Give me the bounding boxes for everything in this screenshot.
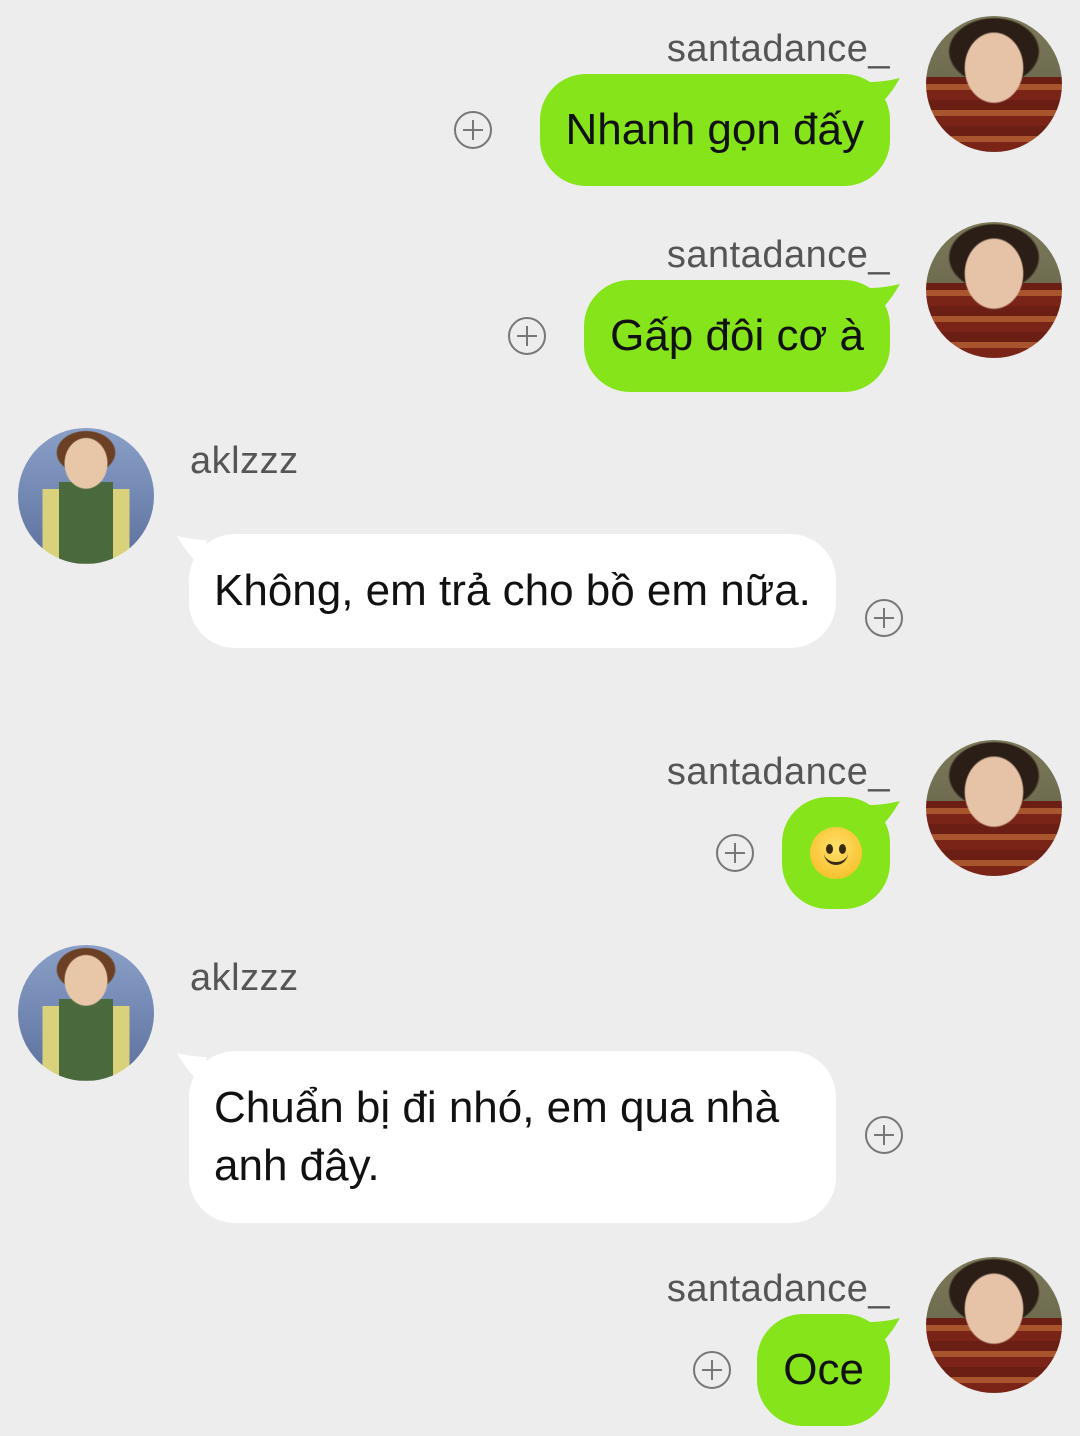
avatar-aklzzz[interactable] xyxy=(18,945,154,1081)
plus-circle-icon[interactable] xyxy=(865,1116,903,1154)
message-text: Oce xyxy=(783,1345,864,1394)
sender-name: santadance_ xyxy=(666,234,890,276)
outgoing-message-bubble[interactable]: Oce xyxy=(757,1314,900,1426)
sender-name: santadance_ xyxy=(666,28,890,70)
sender-name: aklzzz xyxy=(190,957,299,999)
bubble-tail-icon xyxy=(870,78,900,108)
chat-thread: santadance_ Nhanh gọn đấy santadance_ Gấ… xyxy=(0,0,1080,1436)
message-text: Nhanh gọn đấy xyxy=(565,105,864,154)
plus-circle-icon[interactable] xyxy=(454,111,492,149)
outgoing-emoji-bubble[interactable] xyxy=(782,797,900,909)
bubble-tail-icon xyxy=(870,284,900,314)
bubble-tail-icon xyxy=(870,1318,900,1348)
avatar-aklzzz[interactable] xyxy=(18,428,154,564)
message-text: Chuẩn bị đi nhó, em qua nhà anh đây. xyxy=(214,1083,780,1190)
plus-circle-icon[interactable] xyxy=(508,317,546,355)
avatar-santadance[interactable] xyxy=(926,16,1062,152)
message-text: Gấp đôi cơ à xyxy=(610,311,864,360)
plus-circle-icon[interactable] xyxy=(693,1351,731,1389)
slightly-smiling-face-icon xyxy=(810,827,862,879)
sender-name: santadance_ xyxy=(666,1268,890,1310)
plus-circle-icon[interactable] xyxy=(716,834,754,872)
outgoing-message-bubble[interactable]: Gấp đôi cơ à xyxy=(584,280,900,392)
bubble-tail-icon xyxy=(177,536,207,566)
plus-circle-icon[interactable] xyxy=(865,599,903,637)
bubble-tail-icon xyxy=(177,1053,207,1083)
avatar-santadance[interactable] xyxy=(926,1257,1062,1393)
bubble-tail-icon xyxy=(870,801,900,831)
incoming-message-bubble[interactable]: Chuẩn bị đi nhó, em qua nhà anh đây. xyxy=(177,1051,836,1223)
avatar-santadance[interactable] xyxy=(926,222,1062,358)
message-text: Không, em trả cho bồ em nữa. xyxy=(214,566,811,615)
incoming-message-bubble[interactable]: Không, em trả cho bồ em nữa. xyxy=(177,534,836,648)
sender-name: santadance_ xyxy=(666,751,890,793)
sender-name: aklzzz xyxy=(190,440,299,482)
avatar-santadance[interactable] xyxy=(926,740,1062,876)
outgoing-message-bubble[interactable]: Nhanh gọn đấy xyxy=(539,74,900,186)
